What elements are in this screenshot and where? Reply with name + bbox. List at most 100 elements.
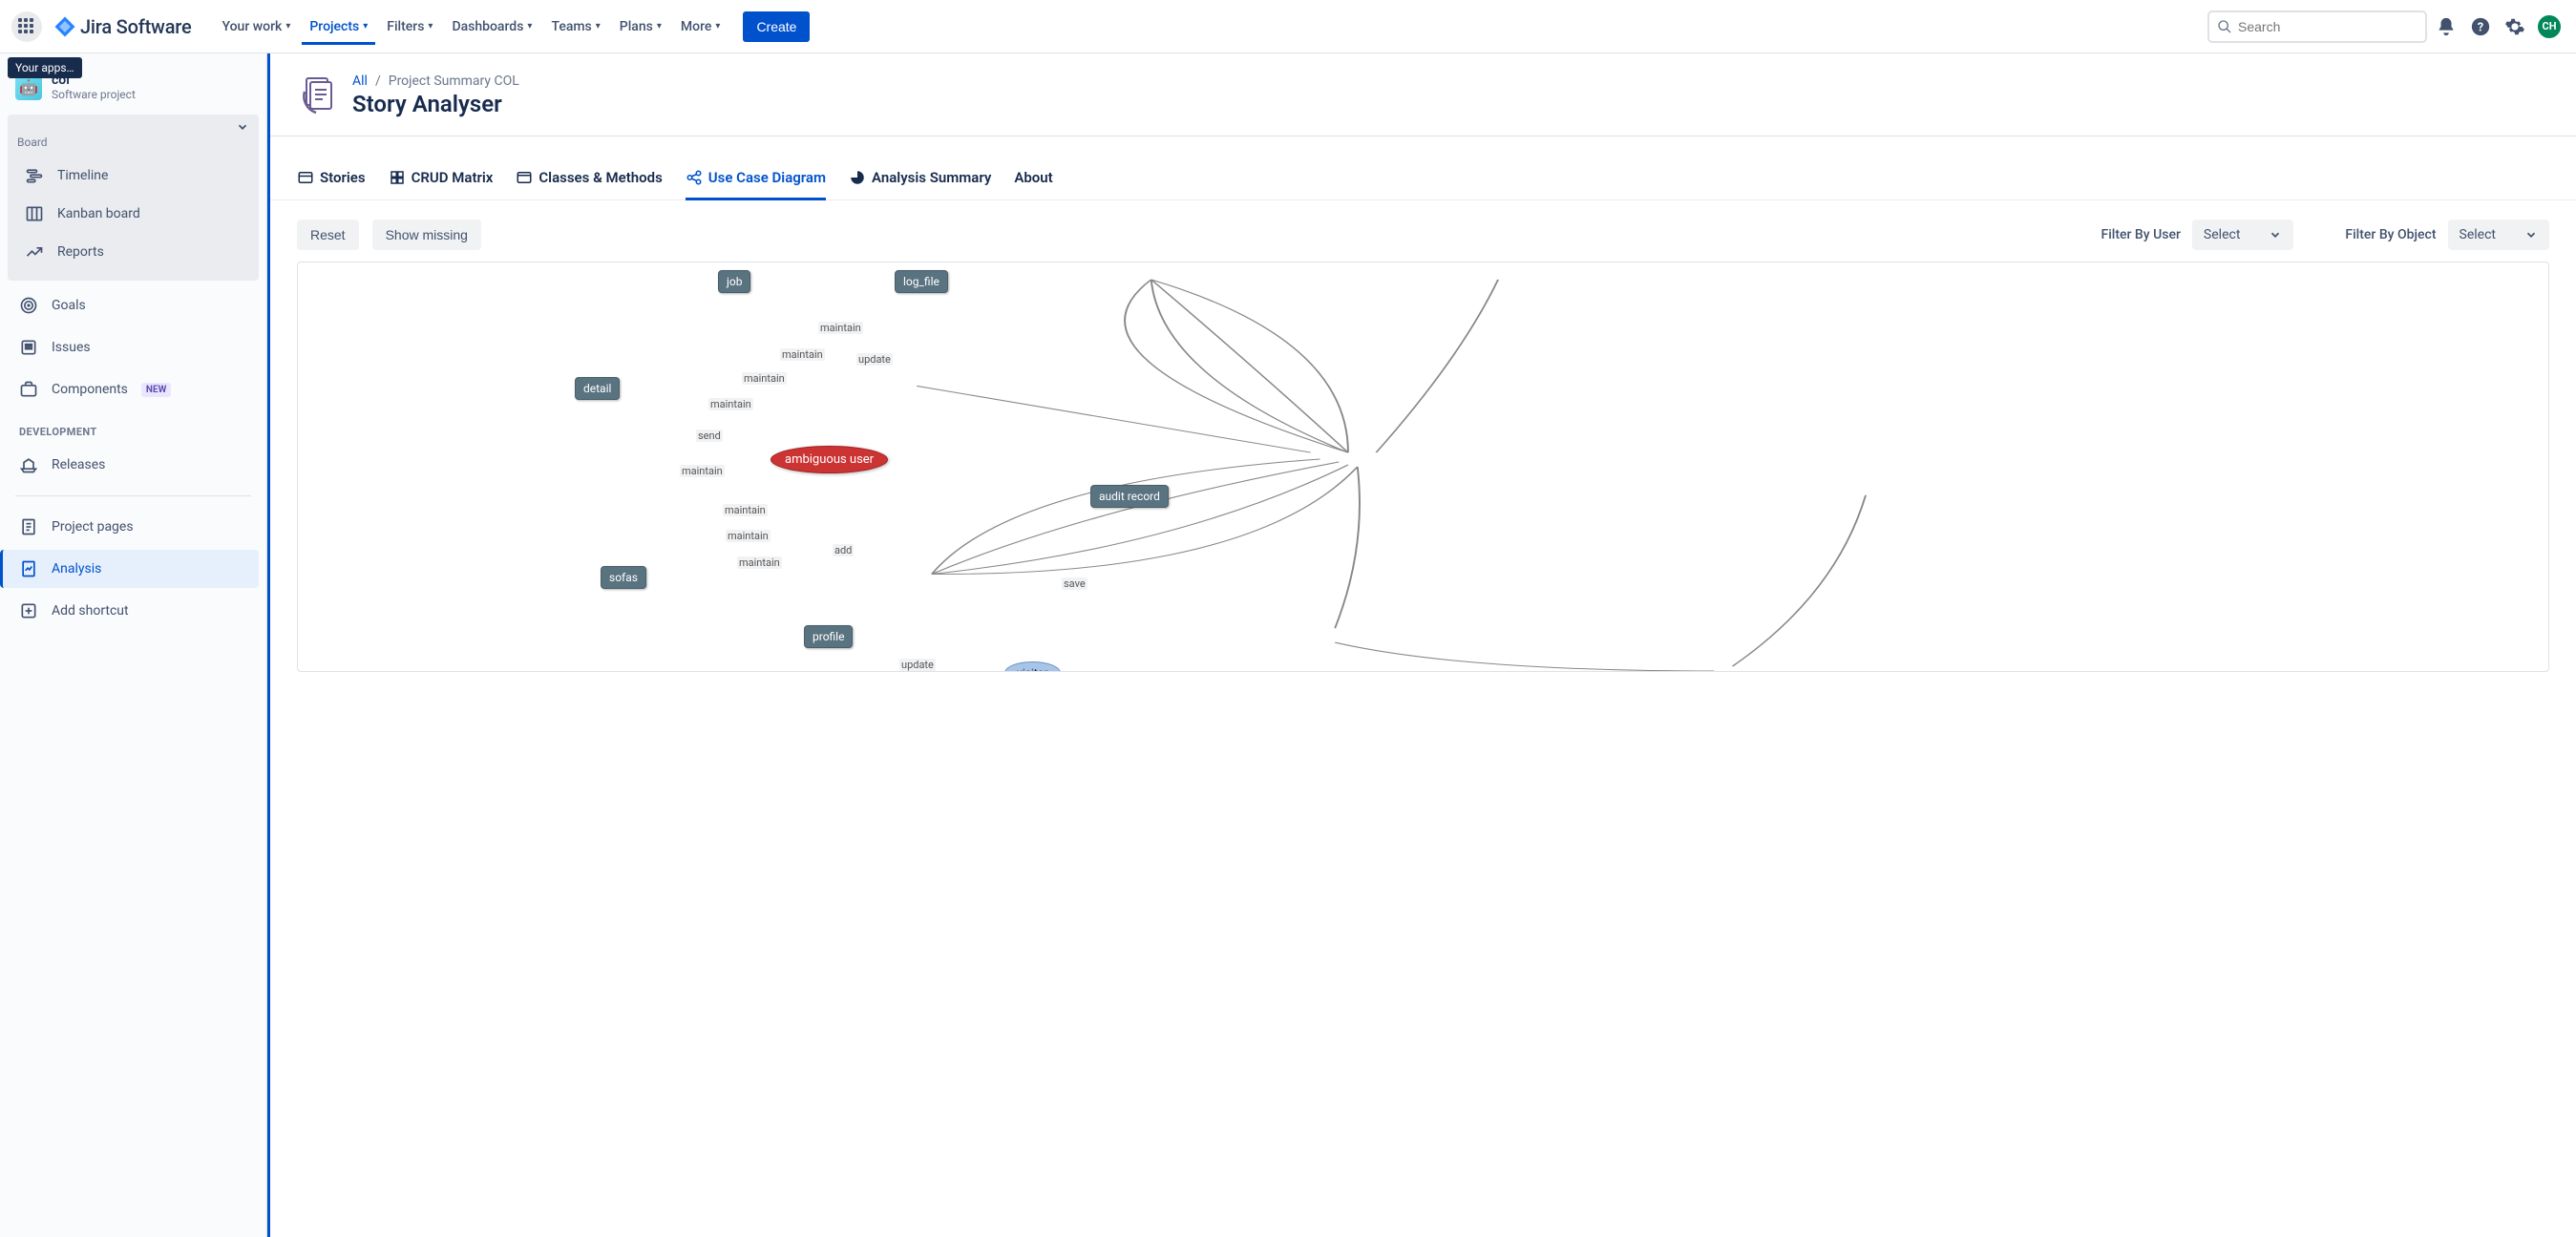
sidebar-item-kanban[interactable]: Kanban board — [17, 195, 249, 233]
tab-analysis-summary[interactable]: Analysis Summary — [849, 159, 991, 200]
settings-button[interactable] — [2500, 11, 2530, 42]
search-input[interactable] — [2238, 19, 2418, 34]
gear-icon — [2504, 16, 2525, 37]
window-icon — [516, 169, 533, 186]
edge-label: maintain — [726, 530, 771, 542]
top-navigation: Jira Software Your work▾ Projects▾ Filte… — [0, 0, 2576, 53]
sidebar-item-issues[interactable]: Issues — [8, 328, 259, 367]
tab-about[interactable]: About — [1014, 159, 1052, 200]
target-icon — [19, 296, 38, 315]
edge-label: add — [833, 544, 854, 556]
node-profile[interactable]: profile — [804, 625, 853, 648]
sidebar-item-goals[interactable]: Goals — [8, 286, 259, 325]
nav-your-work[interactable]: Your work▾ — [214, 11, 298, 45]
board-switcher[interactable]: Board Timeline Kanban board Reports — [8, 115, 259, 281]
tab-classes-methods[interactable]: Classes & Methods — [516, 159, 662, 200]
bell-icon — [2436, 16, 2457, 37]
use-case-diagram-canvas[interactable]: job log_file detail ambiguous user sofas… — [297, 262, 2549, 672]
avatar: CH — [2538, 15, 2561, 38]
jira-logo-text: Jira Software — [80, 15, 191, 38]
chevron-down-icon — [236, 120, 249, 134]
nav-more[interactable]: More▾ — [673, 11, 728, 45]
main-content: All / Project Summary COL Story Analyser… — [267, 53, 2576, 1237]
filter-by-object-select[interactable]: Select — [2448, 220, 2549, 250]
issues-icon — [19, 338, 38, 357]
search-box[interactable] — [2207, 10, 2427, 43]
app-switcher-icon — [18, 18, 35, 35]
node-log-file[interactable]: log_file — [895, 270, 948, 293]
edge-label: update — [899, 659, 936, 671]
sidebar-item-timeline[interactable]: Timeline — [17, 157, 249, 195]
app-switcher-tooltip: Your apps… — [8, 57, 82, 78]
story-analyser-app-icon — [297, 73, 343, 118]
svg-text:?: ? — [2478, 20, 2483, 34]
chevron-down-icon: ▾ — [715, 21, 720, 31]
app-switcher-button[interactable] — [11, 11, 42, 42]
node-ambiguous-user[interactable]: ambiguous user — [771, 446, 888, 473]
page-icon — [19, 517, 38, 536]
sidebar-item-project-pages[interactable]: Project pages — [8, 508, 259, 546]
tab-stories[interactable]: Stories — [297, 159, 366, 200]
jira-logo[interactable]: Jira Software — [50, 15, 195, 38]
node-detail[interactable]: detail — [575, 377, 620, 400]
sidebar-item-components[interactable]: Components NEW — [8, 370, 259, 409]
filter-by-user-select[interactable]: Select — [2192, 220, 2293, 250]
page-title: Story Analyser — [352, 91, 519, 117]
nav-plans[interactable]: Plans▾ — [612, 11, 669, 45]
grid-icon — [389, 169, 406, 186]
share-icon — [686, 169, 703, 186]
tab-crud-matrix[interactable]: CRUD Matrix — [389, 159, 494, 200]
edge-label: maintain — [737, 556, 782, 569]
nav-filters[interactable]: Filters▾ — [379, 11, 440, 45]
filter-by-user-label: Filter By User — [2101, 227, 2180, 242]
chevron-down-icon: ▾ — [285, 21, 290, 31]
node-audit-record[interactable]: audit record — [1090, 485, 1169, 508]
sidebar-section-development: DEVELOPMENT — [0, 410, 266, 444]
tab-use-case-diagram[interactable]: Use Case Diagram — [686, 159, 826, 200]
nav-dashboards[interactable]: Dashboards▾ — [444, 11, 539, 45]
node-job[interactable]: job — [718, 270, 750, 293]
add-shortcut-icon — [19, 601, 38, 620]
sidebar-item-add-shortcut[interactable]: Add shortcut — [8, 592, 259, 630]
edge-label: update — [856, 353, 893, 366]
edge-label: maintain — [680, 465, 725, 477]
chevron-down-icon — [2269, 228, 2282, 241]
create-button[interactable]: Create — [743, 11, 810, 42]
help-button[interactable]: ? — [2465, 11, 2496, 42]
node-visitor[interactable]: visitor — [1004, 661, 1061, 672]
breadcrumb-project: Project Summary COL — [389, 73, 519, 89]
chevron-down-icon: ▾ — [428, 21, 433, 31]
chevron-down-icon: ▾ — [596, 21, 601, 31]
show-missing-button[interactable]: Show missing — [372, 220, 481, 250]
edge-label: maintain — [708, 398, 753, 410]
help-icon: ? — [2470, 16, 2491, 37]
profile-button[interactable]: CH — [2534, 11, 2565, 42]
divider — [15, 495, 251, 496]
breadcrumb: All / Project Summary COL — [352, 73, 519, 89]
ship-icon — [19, 455, 38, 474]
reports-icon — [25, 242, 44, 262]
node-sofas[interactable]: sofas — [601, 566, 646, 589]
pie-icon — [849, 169, 866, 186]
sidebar-item-reports[interactable]: Reports — [17, 233, 249, 271]
components-icon — [19, 380, 38, 399]
stories-icon — [297, 169, 314, 186]
new-badge: NEW — [141, 383, 171, 397]
search-icon — [2217, 19, 2232, 34]
breadcrumb-all[interactable]: All — [352, 73, 368, 89]
board-label: Board — [17, 136, 249, 149]
edge-label: maintain — [742, 372, 787, 385]
edge-label: maintain — [818, 322, 863, 334]
nav-projects[interactable]: Projects▾ — [302, 11, 375, 45]
nav-teams[interactable]: Teams▾ — [543, 11, 607, 45]
edge-label: send — [696, 430, 723, 442]
sidebar-item-analysis[interactable]: Analysis — [0, 550, 259, 588]
notifications-button[interactable] — [2431, 11, 2461, 42]
tabs: Stories CRUD Matrix Classes & Methods Us… — [270, 159, 2576, 200]
reset-button[interactable]: Reset — [297, 220, 359, 250]
analysis-icon — [19, 559, 38, 578]
project-type: Software project — [52, 88, 136, 101]
diagram-edges — [298, 262, 2548, 671]
sidebar-item-releases[interactable]: Releases — [8, 446, 259, 484]
chevron-down-icon: ▾ — [527, 21, 532, 31]
